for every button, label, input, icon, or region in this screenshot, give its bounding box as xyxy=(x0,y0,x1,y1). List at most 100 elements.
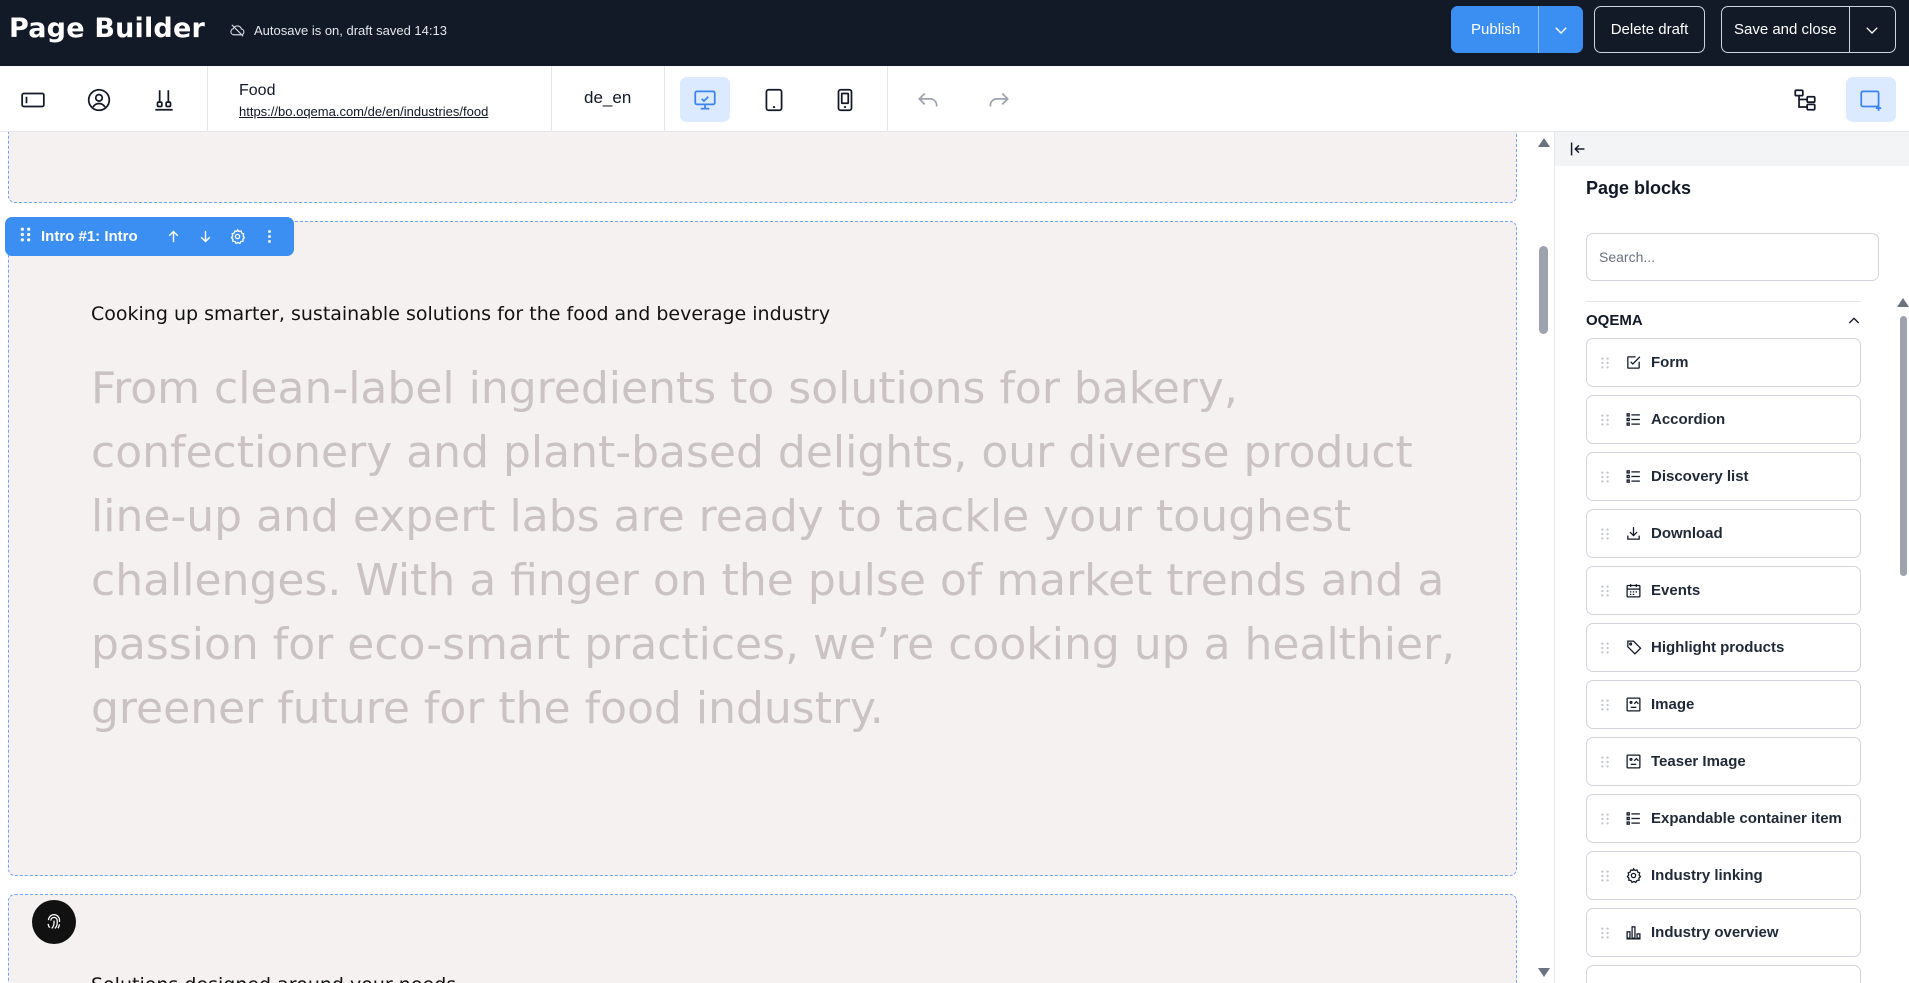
structure-tree-button[interactable] xyxy=(1780,77,1830,122)
panel-title: Page blocks xyxy=(1586,178,1692,198)
bar-chart-icon xyxy=(1625,926,1641,940)
block-group-title[interactable]: OQEMA xyxy=(1586,312,1643,329)
styles-button[interactable] xyxy=(139,77,189,122)
next-block-heading: Solutions designed around your needs xyxy=(91,974,456,983)
page-block-previous[interactable] xyxy=(8,132,1517,203)
add-block-icon xyxy=(1860,89,1882,111)
save-close-button[interactable]: Save and close xyxy=(1722,21,1849,38)
redo-icon xyxy=(989,92,1009,106)
block-item-form[interactable]: Form xyxy=(1586,338,1861,387)
block-item-industry-overview[interactable]: Industry overview xyxy=(1586,908,1861,957)
publish-button[interactable]: Publish xyxy=(1451,6,1538,53)
image-icon xyxy=(1625,754,1641,769)
page-settings-button[interactable] xyxy=(8,77,58,122)
scroll-thumb[interactable] xyxy=(1900,316,1907,576)
redo-button[interactable] xyxy=(974,77,1024,122)
editor-canvas: Intro #1: Intro Cooking up smarter, sust… xyxy=(0,132,1532,983)
block-toolbar: Intro #1: Intro xyxy=(5,217,294,256)
more-vertical-icon xyxy=(267,230,271,243)
chevron-up-icon[interactable] xyxy=(1846,313,1862,329)
page-blocks-panel: Page blocks OQEMA Form Accordion Discove… xyxy=(1554,132,1909,983)
calendar-icon xyxy=(1625,584,1641,598)
undo-button[interactable] xyxy=(903,77,953,122)
page-block-next[interactable] xyxy=(8,894,1517,983)
drag-handle[interactable] xyxy=(1587,812,1623,826)
locale-selector[interactable]: de_en xyxy=(584,88,631,108)
drag-handle[interactable] xyxy=(1587,584,1623,598)
toolbar-divider xyxy=(207,66,208,132)
block-item-expandable-container[interactable]: Expandable container item xyxy=(1586,794,1861,843)
save-close-group: Save and close xyxy=(1721,6,1896,53)
grip-icon xyxy=(20,227,31,242)
block-name: Intro #1: Intro xyxy=(41,228,138,245)
block-item-events[interactable]: Events xyxy=(1586,566,1861,615)
drag-handle[interactable] xyxy=(1587,926,1623,940)
intro-body-text: From clean-label ingredients to solution… xyxy=(91,363,1456,734)
toolbar-divider xyxy=(887,66,888,132)
arrow-down-icon xyxy=(200,230,210,243)
block-item-label: Highlight products xyxy=(1651,639,1785,656)
collapse-panel-icon[interactable] xyxy=(1567,138,1589,160)
block-item-label: Industry overview xyxy=(1651,924,1779,941)
block-item-label: Industry linking xyxy=(1651,867,1763,884)
block-item-label: Accordion xyxy=(1651,411,1726,428)
toolbar-divider xyxy=(664,66,665,132)
block-item-accordion[interactable]: Accordion xyxy=(1586,395,1861,444)
drag-handle[interactable] xyxy=(1587,527,1623,541)
block-item-industry-linking[interactable]: Industry linking xyxy=(1586,851,1861,900)
save-options-button[interactable] xyxy=(1848,7,1895,52)
grip-icon xyxy=(1601,698,1609,711)
grip-icon xyxy=(1601,584,1609,597)
delete-draft-button[interactable]: Delete draft xyxy=(1594,6,1705,53)
tablet-view-button[interactable] xyxy=(749,77,799,122)
block-more-button[interactable] xyxy=(253,228,285,245)
drag-handle[interactable] xyxy=(1587,356,1623,370)
fingerprint-button[interactable] xyxy=(32,900,76,944)
block-item-label: Teaser Image xyxy=(1651,753,1746,770)
block-item-label: Image xyxy=(1651,696,1695,713)
block-settings-button[interactable] xyxy=(221,228,253,245)
panel-scrollbar[interactable] xyxy=(1897,298,1909,983)
drag-handle[interactable] xyxy=(1587,755,1623,769)
grip-icon xyxy=(1601,869,1609,882)
block-item-teaser-image[interactable]: Teaser Image xyxy=(1586,737,1861,786)
drag-handle[interactable] xyxy=(1587,413,1623,427)
chevron-down-icon xyxy=(1555,26,1567,34)
block-item-highlight-products[interactable]: Highlight products xyxy=(1586,623,1861,672)
move-up-button[interactable] xyxy=(157,228,189,245)
block-item-label: Events xyxy=(1651,582,1701,599)
block-item-discovery-list[interactable]: Discovery list xyxy=(1586,452,1861,501)
move-down-button[interactable] xyxy=(189,228,221,245)
block-item-label: Form xyxy=(1651,354,1689,371)
page-url-link[interactable]: https://bo.oqema.com/de/en/industries/fo… xyxy=(239,104,488,119)
scroll-thumb[interactable] xyxy=(1539,246,1548,334)
gear-icon xyxy=(1626,867,1641,884)
scroll-up-arrow[interactable] xyxy=(1897,298,1909,307)
drag-handle[interactable] xyxy=(1587,869,1623,883)
desktop-view-button[interactable] xyxy=(680,77,730,122)
grip-icon xyxy=(1601,356,1609,369)
panel-header xyxy=(1555,132,1909,166)
list-icon xyxy=(1625,470,1640,483)
scroll-down-arrow[interactable] xyxy=(1538,968,1550,977)
drag-handle[interactable] xyxy=(1587,470,1623,484)
toolbar: Food https://bo.oqema.com/de/en/industri… xyxy=(0,66,1909,132)
block-search-input[interactable] xyxy=(1586,233,1879,281)
block-item-label: Download xyxy=(1651,525,1723,542)
mobile-view-button[interactable] xyxy=(820,77,870,122)
chevron-down-icon xyxy=(1866,26,1878,34)
checkbox-icon xyxy=(1626,356,1640,369)
gear-icon xyxy=(230,228,245,245)
publish-group: Publish xyxy=(1451,6,1583,53)
add-block-button[interactable] xyxy=(1846,77,1896,122)
scroll-up-arrow[interactable] xyxy=(1538,138,1550,147)
drag-handle[interactable] xyxy=(1587,641,1623,655)
drag-handle[interactable] xyxy=(17,226,33,247)
block-item-image[interactable]: Image xyxy=(1586,680,1861,729)
block-item-download[interactable]: Download xyxy=(1586,509,1861,558)
seo-button[interactable] xyxy=(74,77,124,122)
publish-options-button[interactable] xyxy=(1538,6,1583,53)
canvas-scrollbar[interactable] xyxy=(1532,132,1554,983)
block-item-partial[interactable] xyxy=(1586,965,1861,983)
drag-handle[interactable] xyxy=(1587,698,1623,712)
